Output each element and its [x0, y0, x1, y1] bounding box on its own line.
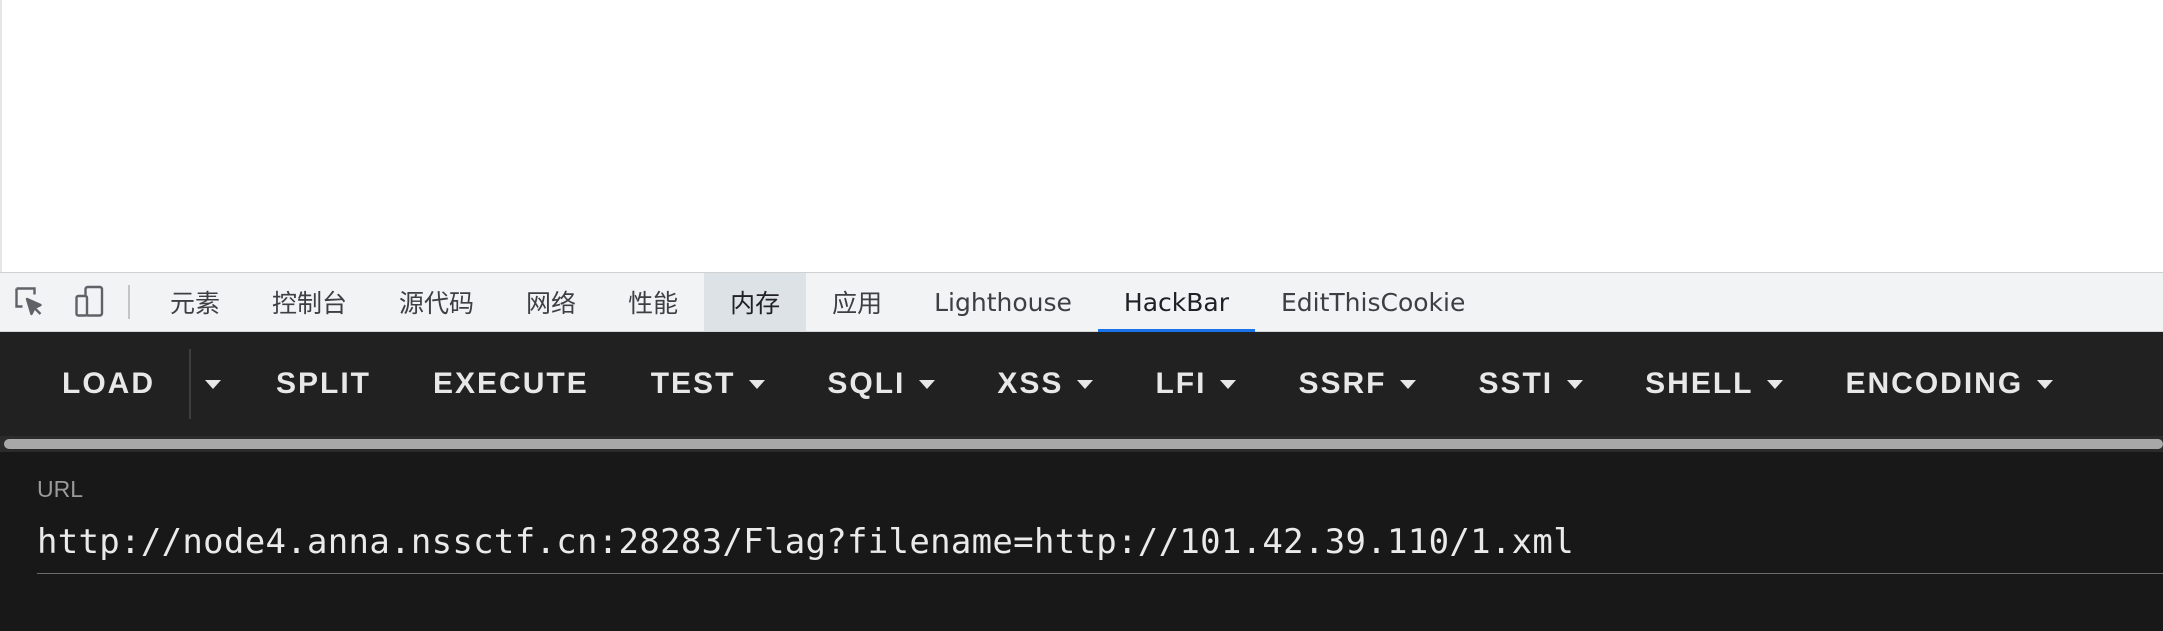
tab-lighthouse[interactable]: Lighthouse: [908, 273, 1098, 331]
xss-menu-label: XSS: [997, 367, 1064, 400]
chevron-down-icon: [1767, 379, 1784, 389]
tab-hackbar[interactable]: HackBar: [1097, 273, 1256, 332]
shell-menu-label: SHELL: [1645, 367, 1754, 400]
chevron-down-icon: [749, 379, 766, 389]
tab-performance[interactable]: 性能: [602, 273, 704, 331]
ssti-menu-label: SSTI: [1478, 367, 1554, 400]
tab-application[interactable]: 应用: [806, 273, 908, 331]
ssti-menu-button[interactable]: SSTI: [1447, 332, 1614, 436]
url-input[interactable]: http://node4.anna.nssctf.cn:28283/Flag?f…: [37, 510, 2163, 574]
tab-sources[interactable]: 源代码: [373, 273, 500, 331]
execute-button[interactable]: EXECUTE: [402, 332, 620, 436]
load-options-dropdown[interactable]: [191, 332, 245, 436]
chevron-down-icon: [1567, 379, 1584, 389]
split-button[interactable]: SPLIT: [245, 332, 402, 436]
test-menu-button[interactable]: TEST: [620, 332, 797, 436]
load-button[interactable]: LOAD: [0, 332, 189, 436]
encoding-menu-button[interactable]: ENCODING: [1814, 332, 2084, 436]
devtools-tab-bar: 元素 控制台 源代码 网络 性能 内存 应用 Lighthouse HackBa…: [0, 272, 2163, 332]
tab-editthiscookie[interactable]: EditThisCookie: [1255, 273, 1491, 331]
chevron-down-icon: [919, 379, 936, 389]
chevron-down-icon: [2037, 379, 2054, 389]
ssrf-menu-label: SSRF: [1298, 367, 1387, 400]
page-viewport: [0, 0, 2163, 272]
hackbar-toolbar: LOAD SPLIT EXECUTE TEST SQLI XSS LFI SSR…: [0, 332, 2163, 436]
tab-elements[interactable]: 元素: [144, 273, 246, 331]
encoding-menu-label: ENCODING: [1845, 367, 2024, 400]
load-button-label: LOAD: [62, 367, 155, 400]
url-input-value[interactable]: http://node4.anna.nssctf.cn:28283/Flag?f…: [37, 522, 1574, 562]
tab-memory[interactable]: 内存: [704, 273, 807, 331]
ssrf-menu-button[interactable]: SSRF: [1267, 332, 1447, 436]
scrollbar-thumb[interactable]: [4, 439, 2163, 449]
toolbar-scrollbar[interactable]: [0, 436, 2163, 452]
chevron-down-icon: [1400, 379, 1417, 389]
chevron-down-icon: [1077, 379, 1094, 389]
execute-button-label: EXECUTE: [433, 367, 589, 400]
lfi-menu-button[interactable]: LFI: [1124, 332, 1267, 436]
inspect-element-icon[interactable]: [0, 273, 60, 331]
chevron-down-icon: [205, 379, 221, 389]
url-field-label: URL: [37, 476, 84, 502]
split-button-label: SPLIT: [276, 367, 372, 400]
test-menu-label: TEST: [650, 367, 736, 400]
lfi-menu-label: LFI: [1155, 367, 1207, 400]
xss-menu-button[interactable]: XSS: [966, 332, 1124, 436]
shell-menu-button[interactable]: SHELL: [1614, 332, 1814, 436]
sqli-menu-button[interactable]: SQLI: [796, 332, 966, 436]
sqli-menu-label: SQLI: [827, 367, 906, 400]
tab-console[interactable]: 控制台: [246, 273, 373, 331]
tab-network[interactable]: 网络: [500, 273, 602, 331]
hackbar-body: URL http://node4.anna.nssctf.cn:28283/Fl…: [0, 452, 2163, 631]
device-toolbar-icon[interactable]: [60, 273, 120, 331]
toolbar-divider: [128, 285, 130, 319]
chevron-down-icon: [1220, 379, 1237, 389]
